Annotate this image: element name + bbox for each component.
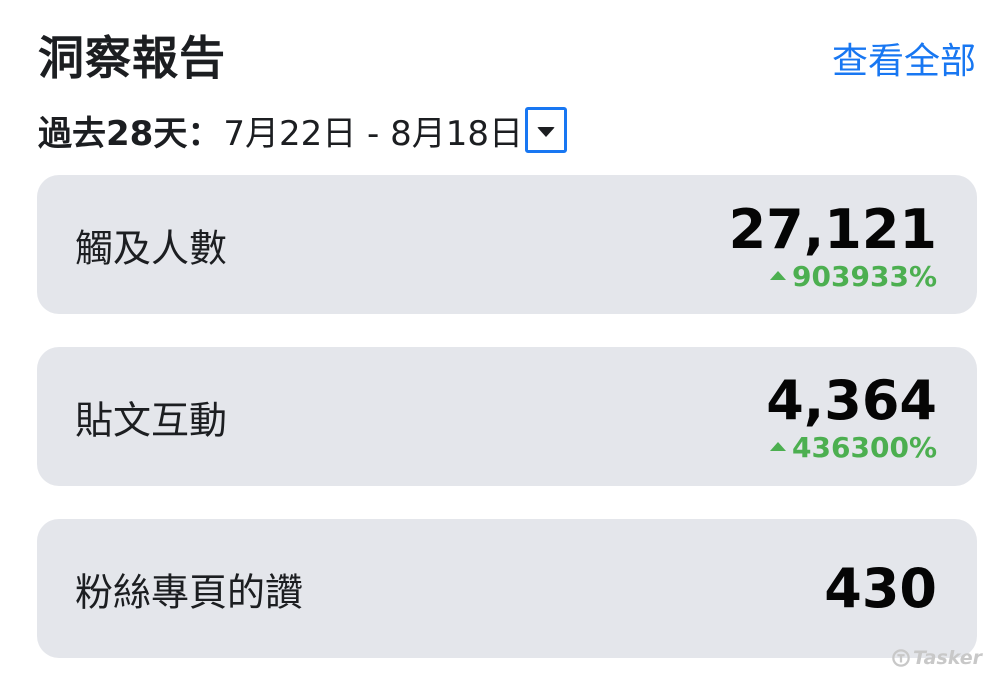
date-range-prefix: 過去28天： [38,113,222,154]
insights-header: 洞察報告 查看全部 [38,18,976,88]
metric-label: 粉絲專頁的讚 [75,570,304,614]
metric-value: 4,364 [766,369,937,432]
caret-down-icon [537,127,556,137]
metric-change-value: 903933% [792,260,937,293]
metric-label: 觸及人數 [75,226,228,270]
arrow-up-icon [770,441,787,451]
see-all-link[interactable]: 查看全部 [832,32,976,84]
metric-label: 貼文互動 [75,398,228,442]
metric-card-page-likes[interactable]: 粉絲專頁的讚 430 [37,519,977,658]
metric-change: 903933% [770,263,937,291]
arrow-up-icon [770,270,787,280]
metric-value: 27,121 [728,198,937,261]
tasker-logo-icon [892,649,910,667]
metric-value: 430 [824,557,937,620]
watermark-text: Tasker [912,647,982,669]
metric-card-reach[interactable]: 觸及人數 27,121 903933% [37,175,977,314]
page-title: 洞察報告 [38,31,226,85]
metric-change: 436300% [770,434,937,462]
metric-card-post-engagement[interactable]: 貼文互動 4,364 436300% [37,347,977,486]
date-filter: 過去28天： 7月22日 - 8月18日 [38,104,568,156]
metric-change-value: 436300% [792,431,937,464]
date-range-dropdown-button[interactable] [525,107,568,153]
date-range-value: 7月22日 - 8月18日 [223,113,524,154]
watermark: Tasker [892,647,982,669]
